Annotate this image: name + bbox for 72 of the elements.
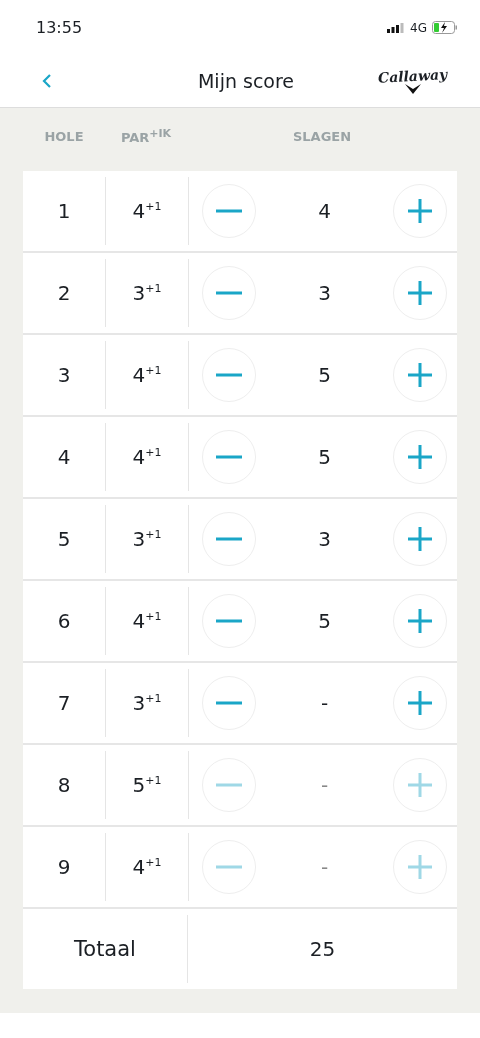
par-value: 3$^{+1}$ — [132, 691, 162, 715]
hole-number: 2 — [57, 281, 71, 305]
par-value: 4$^{+1}$ — [132, 363, 162, 387]
minus-button[interactable] — [202, 266, 256, 320]
hole-number: 8 — [57, 773, 71, 797]
plus-icon — [408, 527, 432, 551]
plus-button[interactable] — [393, 512, 447, 566]
minus-icon — [216, 373, 242, 377]
status-time: 13:55 — [36, 18, 83, 37]
minus-button[interactable] — [202, 594, 256, 648]
total-value: 25 — [309, 937, 336, 961]
brand-logo: Callaway — [378, 66, 448, 86]
par-value: 4$^{+1}$ — [132, 199, 162, 223]
column-header: HOLE — [43, 129, 85, 144]
par-value: 3$^{+1}$ — [132, 527, 162, 551]
stroke-count: 3 — [317, 527, 332, 551]
minus-icon — [216, 783, 242, 787]
stroke-count: 5 — [317, 363, 332, 387]
minus-icon — [216, 619, 242, 623]
plus-button[interactable] — [393, 594, 447, 648]
minus-icon — [216, 291, 242, 295]
minus-icon — [216, 701, 242, 705]
plus-icon — [408, 363, 432, 387]
plus-icon — [408, 199, 432, 223]
chevron-logo-icon — [405, 84, 421, 94]
plus-icon — [408, 445, 432, 469]
par-value: 4$^{+1}$ — [132, 445, 162, 469]
minus-icon — [216, 865, 242, 869]
par-value: 3$^{+1}$ — [132, 281, 162, 305]
minus-button[interactable] — [202, 512, 256, 566]
par-value: 4$^{+1}$ — [132, 609, 162, 633]
stroke-count: 5 — [317, 445, 332, 469]
column-header: SLAGEN — [291, 129, 353, 144]
back-chevron-icon — [42, 73, 52, 89]
minus-icon — [216, 537, 242, 541]
plus-button[interactable] — [393, 430, 447, 484]
network-label: 4G — [410, 20, 427, 35]
minus-icon — [216, 455, 242, 459]
plus-button[interactable] — [393, 676, 447, 730]
minus-button[interactable] — [202, 348, 256, 402]
minus-button[interactable] — [202, 184, 256, 238]
hole-number: 1 — [57, 199, 71, 223]
hole-number: 4 — [57, 445, 71, 469]
plus-icon — [408, 281, 432, 305]
column-header: PAR$^{+IK}$ — [119, 127, 173, 146]
hole-number: 3 — [57, 363, 71, 387]
page-title: Mijn score — [196, 70, 296, 92]
stroke-count: 4 — [317, 199, 332, 223]
par-value: 5$^{+1}$ — [132, 773, 162, 797]
total-label: Totaal — [74, 937, 136, 961]
plus-button[interactable] — [393, 348, 447, 402]
stroke-count: - — [319, 691, 330, 715]
hole-number: 7 — [57, 691, 71, 715]
minus-button[interactable] — [202, 430, 256, 484]
plus-icon — [408, 609, 432, 633]
hole-number: 6 — [57, 609, 71, 633]
plus-icon — [408, 855, 432, 879]
minus-button[interactable] — [202, 676, 256, 730]
stroke-count: - — [319, 773, 330, 797]
stroke-count: 3 — [317, 281, 332, 305]
plus-icon — [408, 773, 432, 797]
stroke-count: 5 — [317, 609, 332, 633]
stroke-count: - — [319, 855, 330, 879]
hole-number: 5 — [57, 527, 71, 551]
plus-button[interactable] — [393, 184, 447, 238]
hole-number: 9 — [57, 855, 71, 879]
signal-icon — [387, 22, 406, 33]
plus-icon — [408, 691, 432, 715]
plus-button[interactable] — [393, 266, 447, 320]
par-value: 4$^{+1}$ — [132, 855, 162, 879]
minus-icon — [216, 209, 242, 213]
battery-icon — [432, 21, 458, 34]
